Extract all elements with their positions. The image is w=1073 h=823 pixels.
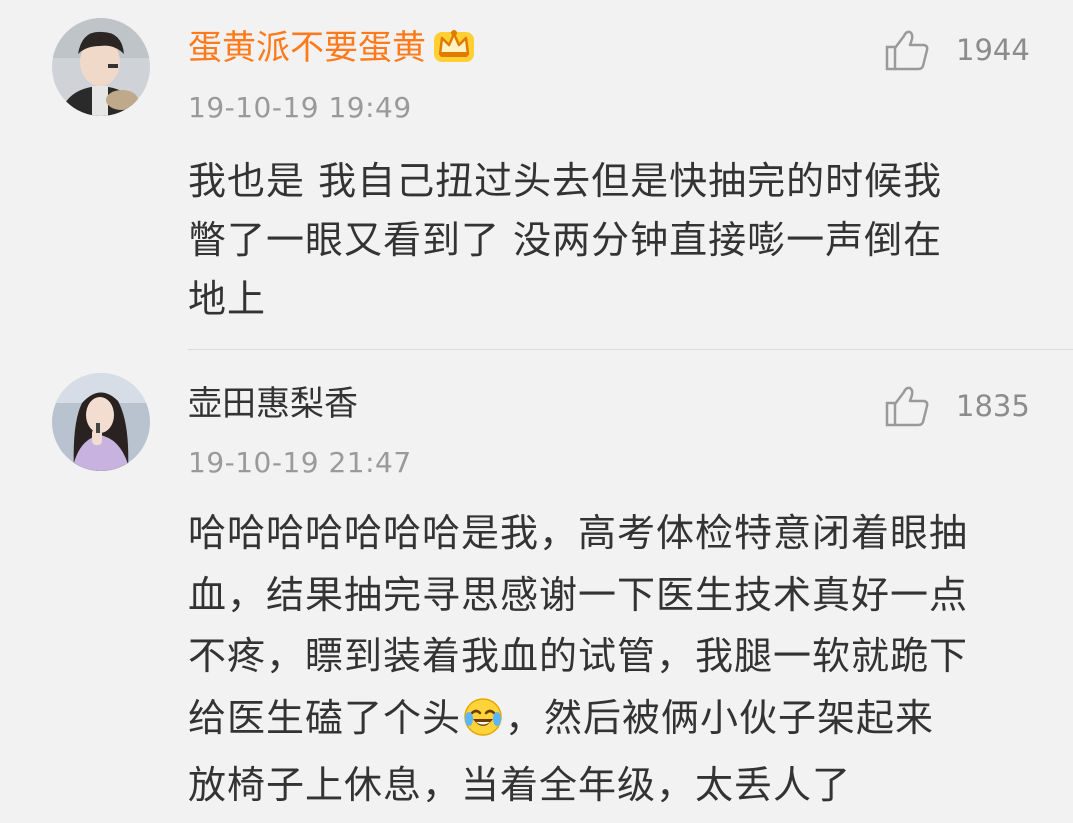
like-button[interactable]: 1835 — [884, 384, 1030, 428]
avatar-image — [52, 373, 150, 471]
comment-line: 血，结果抽完寻思感谢一下医生技术真好一点 — [188, 572, 969, 617]
thumbs-up-icon — [885, 30, 929, 71]
timestamp: 19-10-19 19:49 — [188, 91, 412, 124]
comment-text-part: ，然后被俩小伙子架起来 — [505, 695, 935, 740]
like-count: 1835 — [956, 389, 1030, 423]
comment-body: 哈哈哈哈哈哈哈是我，高考体检特意闭着眼抽 血，结果抽完寻思感谢一下医生技术真好一… — [188, 503, 1038, 817]
timestamp: 19-10-19 21:47 — [188, 446, 412, 479]
avatar-image — [52, 18, 150, 116]
username[interactable]: 蛋黄派不要蛋黄 — [188, 24, 476, 75]
like-button[interactable]: 1944 — [884, 28, 1030, 72]
comment-line: 瞥了一眼又看到了 没两分钟直接嘭一声倒在 — [188, 218, 943, 262]
laughing-crying-emoji-icon — [463, 694, 503, 756]
comment-line: 我也是 我自己扭过头去但是快抽完的时候我 — [188, 159, 943, 203]
username-text[interactable]: 蛋黄派不要蛋黄 — [188, 28, 426, 68]
comment-line: 给医生磕了个头 ，然后被俩小伙子架起来 — [188, 688, 1038, 756]
comment-line: 放椅子上休息，当着全年级，太丢人了 — [188, 763, 852, 807]
avatar[interactable] — [52, 18, 150, 116]
avatar[interactable] — [52, 373, 150, 471]
comment-line: 哈哈哈哈哈哈哈是我，高考体检特意闭着眼抽 — [188, 511, 969, 555]
crown-icon — [432, 24, 476, 75]
username[interactable]: 壶田惠梨香 — [188, 382, 358, 426]
comment-body: 我也是 我自己扭过头去但是快抽完的时候我 瞥了一眼又看到了 没两分钟直接嘭一声倒… — [188, 152, 1038, 329]
like-count: 1944 — [956, 33, 1030, 67]
thumbs-up-icon — [885, 386, 929, 427]
comment-text-part: 给医生磕了个头 — [188, 695, 462, 740]
comment-line: 不疼，瞟到装着我血的试管，我腿一软就跪下 — [188, 634, 969, 678]
divider — [188, 349, 1073, 350]
comment-line: 地上 — [188, 277, 267, 321]
